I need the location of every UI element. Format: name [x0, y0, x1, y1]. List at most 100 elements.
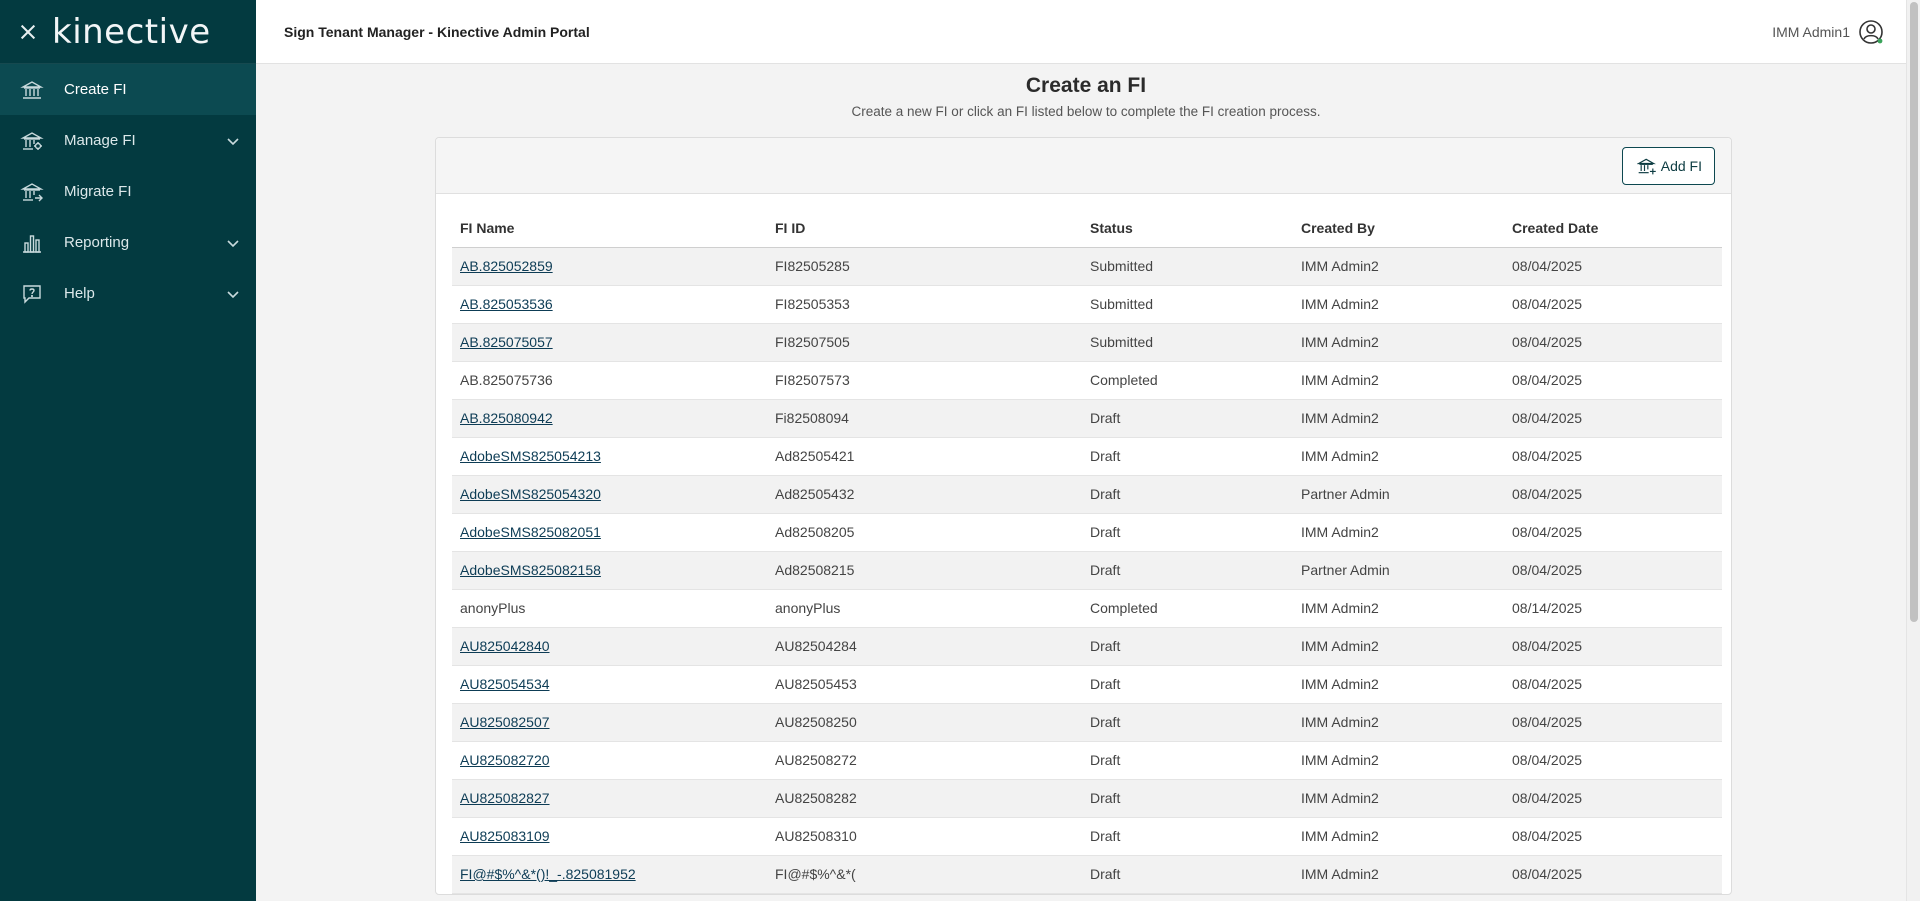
cell-fi-id: AU82508282	[767, 779, 1082, 818]
cell-created-by: IMM Admin2	[1293, 399, 1504, 438]
sidebar-item-label: Manage FI	[64, 132, 136, 149]
chevron-down-icon[interactable]	[226, 287, 240, 301]
close-icon[interactable]	[18, 22, 38, 42]
table-row[interactable]: AB.825053536 FI82505353 Submitted IMM Admin…	[452, 285, 1722, 324]
sidebar-item-help[interactable]: Help	[0, 268, 256, 319]
table-row[interactable]: FI@#$%^&*()!_-.825081952 FI@#$%^&*(Draft I…	[452, 855, 1722, 894]
cell-created-date: 08/04/2025	[1504, 285, 1722, 324]
fi-name-link[interactable]: AU825082507	[460, 714, 550, 730]
column-header-fi-id[interactable]: FI ID	[767, 210, 1082, 248]
cell-created-by: IMM Admin2	[1293, 627, 1504, 666]
fi-name-link[interactable]: AU825083109	[460, 828, 550, 844]
page-scrollbar[interactable]	[1906, 0, 1920, 901]
cell-status: Draft	[1082, 779, 1293, 818]
fi-name-link[interactable]: AU825054534	[460, 676, 550, 692]
table-row[interactable]: AB.825075057 FI82507505 Submitted IMM Admin…	[452, 323, 1722, 362]
fi-name-link[interactable]: AU825042840	[460, 638, 550, 654]
fi-name-link[interactable]: AU825082720	[460, 752, 550, 768]
cell-created-date: 08/04/2025	[1504, 703, 1722, 742]
fi-name-link[interactable]: AB.825075057	[460, 334, 553, 350]
user-avatar-icon[interactable]	[1858, 19, 1884, 45]
column-header-created-date[interactable]: Created Date	[1504, 210, 1722, 248]
cell-fi-name: AB.825075057	[452, 323, 767, 362]
table-row[interactable]: AU825083109 AU82508310 Draft IMM Admin2 08/0…	[452, 817, 1722, 856]
cell-status: Draft	[1082, 817, 1293, 856]
cell-created-date: 08/04/2025	[1504, 247, 1722, 286]
cell-created-by: IMM Admin2	[1293, 703, 1504, 742]
cell-fi-id: AU82504284	[767, 627, 1082, 666]
table-row[interactable]: AdobeSMS825082051 Ad82508205 Draft IMM Admi…	[452, 513, 1722, 552]
table-row[interactable]: AdobeSMS825054320 Ad82505432 Draft Partner …	[452, 475, 1722, 514]
table-row[interactable]: AU825042840 AU82504284 Draft IMM Admin2 08/0…	[452, 627, 1722, 666]
cell-status: Submitted	[1082, 247, 1293, 286]
column-header-fi-name[interactable]: FI Name	[452, 210, 767, 248]
cell-status: Draft	[1082, 627, 1293, 666]
fi-name-link[interactable]: AdobeSMS825054320	[460, 486, 601, 502]
sidebar-item-reporting[interactable]: Reporting	[0, 217, 256, 268]
scrollbar-thumb[interactable]	[1910, 2, 1918, 622]
table-row[interactable]: AU825082507 AU82508250 Draft IMM Admin2 08/0…	[452, 703, 1722, 742]
fi-name-link[interactable]: AdobeSMS825082051	[460, 524, 601, 540]
table-row[interactable]: anonyPlus anonyPlus Completed IMM Admin2 08/…	[452, 589, 1722, 628]
table-row[interactable]: AB.825052859 FI82505285 Submitted IMM Admin…	[452, 247, 1722, 286]
cell-fi-name: AB.825053536	[452, 285, 767, 324]
cell-fi-id: anonyPlus	[767, 589, 1082, 628]
column-header-created-by[interactable]: Created By	[1293, 210, 1504, 248]
page-subtitle: Create a new FI or click an FI listed be…	[851, 104, 1321, 119]
fi-name-link[interactable]: AB.825053536	[460, 296, 553, 312]
table-row[interactable]: AdobeSMS825054213 Ad82505421 Draft IMM Admi…	[452, 437, 1722, 476]
sidebar-item-label: Help	[64, 285, 95, 302]
fi-name-link[interactable]: AB.825080942	[460, 410, 553, 426]
cell-created-date: 08/04/2025	[1504, 665, 1722, 704]
cell-fi-name: AB.825052859	[452, 247, 767, 286]
add-fi-button[interactable]: Add FI	[1621, 146, 1715, 185]
cell-created-date: 08/04/2025	[1504, 475, 1722, 514]
main-content: Create an FI Create a new FI or click an…	[256, 64, 1916, 901]
cell-created-by: IMM Admin2	[1293, 437, 1504, 476]
cell-fi-id: FI82507505	[767, 323, 1082, 362]
table-row[interactable]: AU825082827 AU82508282 Draft IMM Admin2 08/0…	[452, 779, 1722, 818]
table-row[interactable]: AU825082720 AU82508272 Draft IMM Admin2 08/0…	[452, 741, 1722, 780]
table-row[interactable]: AB.825075736 FI82507573 Completed IMM Admin…	[452, 361, 1722, 400]
cell-fi-id: FI82505285	[767, 247, 1082, 286]
cell-created-by: Partner Admin	[1293, 551, 1504, 590]
cell-status: Draft	[1082, 665, 1293, 704]
fi-name-link[interactable]: AdobeSMS825054213	[460, 448, 601, 464]
cell-fi-id: AU82508310	[767, 817, 1082, 856]
cell-fi-name: AU825082827	[452, 779, 767, 818]
cell-status: Submitted	[1082, 285, 1293, 324]
table-row[interactable]: AdobeSMS825082158 Ad82508215 Draft Partner …	[452, 551, 1722, 590]
cell-created-by: IMM Admin2	[1293, 513, 1504, 552]
fi-name-link[interactable]: FI@#$%^&*()!_-.825081952	[460, 866, 636, 882]
cell-fi-id: AU82505453	[767, 665, 1082, 704]
bank-icon	[20, 78, 44, 102]
cell-fi-id: Ad82508205	[767, 513, 1082, 552]
chevron-down-icon[interactable]	[226, 134, 240, 148]
table-row[interactable]: AB.825080942 Fi82508094 Draft IMM Admin2 08/…	[452, 399, 1722, 438]
bank-plus-icon	[1636, 158, 1656, 174]
chevron-down-icon[interactable]	[226, 236, 240, 250]
logo: kinective	[52, 11, 211, 52]
cell-created-by: IMM Admin2	[1293, 741, 1504, 780]
cell-fi-id: FI@#$%^&*(	[767, 855, 1082, 894]
cell-status: Draft	[1082, 475, 1293, 514]
sidebar-item-migrate-fi[interactable]: Migrate FI	[0, 166, 256, 217]
user-menu[interactable]: IMM Admin1	[1772, 19, 1884, 45]
fi-name-link[interactable]: AB.825052859	[460, 258, 553, 274]
card-toolbar: Add FI	[436, 138, 1731, 194]
app-title: Sign Tenant Manager - Kinective Admin Po…	[284, 23, 590, 40]
sidebar-item-create-fi[interactable]: Create FI	[0, 64, 256, 115]
cell-fi-id: AU82508272	[767, 741, 1082, 780]
cell-created-date: 08/04/2025	[1504, 741, 1722, 780]
cell-fi-id: Fi82508094	[767, 399, 1082, 438]
cell-status: Draft	[1082, 437, 1293, 476]
cell-fi-id: Ad82505432	[767, 475, 1082, 514]
table-row[interactable]: AU825054534 AU82505453 Draft IMM Admin2 08/0…	[452, 665, 1722, 704]
sidebar-item-manage-fi[interactable]: Manage FI	[0, 115, 256, 166]
cell-created-date: 08/14/2025	[1504, 589, 1722, 628]
fi-name-link[interactable]: AdobeSMS825082158	[460, 562, 601, 578]
cell-created-by: IMM Admin2	[1293, 855, 1504, 894]
fi-name-link[interactable]: AU825082827	[460, 790, 550, 806]
table-header-row: FI Name FI ID Status Created By Created …	[452, 210, 1722, 248]
column-header-status[interactable]: Status	[1082, 210, 1293, 248]
